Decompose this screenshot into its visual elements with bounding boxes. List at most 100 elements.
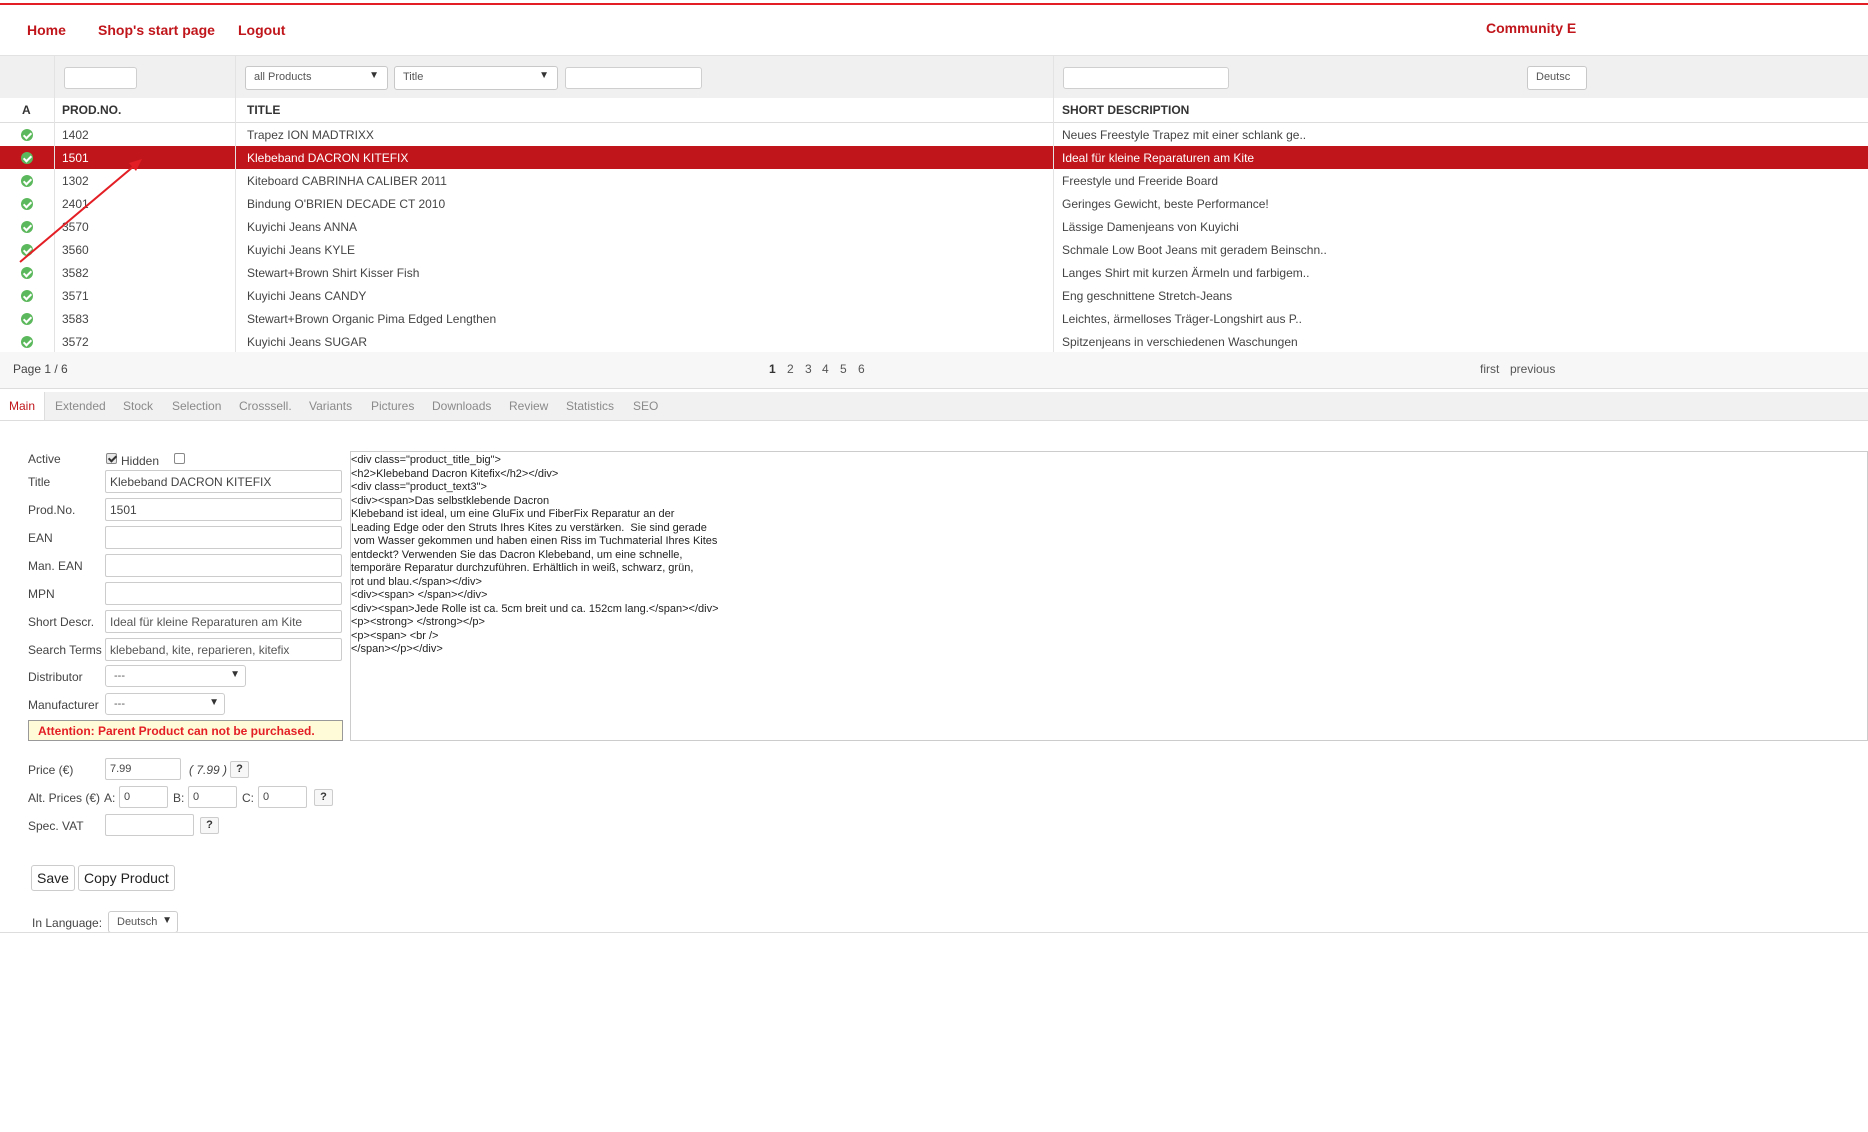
search-terms-label: Search Terms [28, 643, 102, 657]
mpn-label: MPN [28, 587, 55, 601]
tab-selection[interactable]: Selection [172, 399, 221, 413]
copy-product-button[interactable]: Copy Product [78, 865, 175, 891]
tab-review[interactable]: Review [509, 399, 548, 413]
tab-downloads[interactable]: Downloads [432, 399, 491, 413]
detail-tabs: Main Extended Stock Selection Crosssell.… [0, 392, 1868, 421]
alt-price-a-field[interactable] [119, 786, 168, 808]
column-header-prodno[interactable]: PROD.NO. [62, 103, 121, 117]
row-prodno: 1402 [62, 128, 89, 142]
search-terms-field[interactable] [105, 638, 342, 661]
man-ean-field[interactable] [105, 554, 342, 577]
page-info: Page 1 / 6 [13, 362, 68, 376]
active-check-icon [21, 198, 33, 210]
row-prodno: 3582 [62, 266, 89, 280]
nav-home-link[interactable]: Home [27, 22, 66, 38]
filter-title-input[interactable] [565, 67, 702, 89]
tab-main[interactable]: Main [0, 392, 46, 420]
nav-shop-start-link[interactable]: Shop's start page [98, 22, 215, 38]
top-navigation: Home Shop's start page Logout Community … [0, 20, 1868, 42]
distributor-select-value: --- [114, 670, 125, 682]
table-row[interactable]: 1402 Trapez ION MADTRIXX Neues Freestyle… [0, 123, 1868, 147]
hidden-checkbox[interactable] [174, 453, 185, 464]
table-row[interactable]: 1302 Kiteboard CABRINHA CALIBER 2011 Fre… [0, 169, 1868, 193]
language-select[interactable]: Deutsch ▼ [108, 911, 178, 933]
long-description-editor[interactable]: <div class="product_title_big"> <h2>Kleb… [350, 451, 1868, 741]
row-prodno: 2401 [62, 197, 89, 211]
row-shortdesc: Lässige Damenjeans von Kuyichi [1062, 220, 1239, 234]
manufacturer-select[interactable]: --- ▼ [105, 693, 225, 715]
save-button[interactable]: Save [31, 865, 75, 891]
page-link-2[interactable]: 2 [787, 362, 794, 376]
prodno-label: Prod.No. [28, 503, 76, 517]
title-field[interactable] [105, 470, 342, 493]
active-checkbox[interactable] [106, 453, 117, 464]
price-help-button[interactable]: ? [230, 761, 249, 778]
table-row[interactable]: 3571 Kuyichi Jeans CANDY Eng geschnitten… [0, 284, 1868, 308]
prodno-field[interactable] [105, 498, 342, 521]
category-select[interactable]: all Products ▼ [245, 66, 388, 90]
table-row[interactable]: 3560 Kuyichi Jeans KYLE Schmale Low Boot… [0, 238, 1868, 262]
tab-pictures[interactable]: Pictures [371, 399, 414, 413]
tab-stock[interactable]: Stock [123, 399, 153, 413]
alt-prices-label: Alt. Prices (€) [28, 791, 101, 805]
alt-price-b-field[interactable] [188, 786, 237, 808]
column-divider [235, 55, 236, 352]
manufacturer-select-value: --- [114, 698, 125, 710]
chevron-down-icon: ▼ [369, 70, 379, 81]
row-prodno: 1302 [62, 174, 89, 188]
row-shortdesc: Schmale Low Boot Jeans mit geradem Beins… [1062, 243, 1327, 257]
ean-field[interactable] [105, 526, 342, 549]
row-shortdesc: Spitzenjeans in verschiedenen Waschungen [1062, 335, 1298, 349]
filter-shortdesc-input[interactable] [1063, 67, 1229, 89]
table-row[interactable]: 3582 Stewart+Brown Shirt Kisser Fish Lan… [0, 261, 1868, 285]
mpn-field[interactable] [105, 582, 342, 605]
nav-community-link[interactable]: Community E [1486, 20, 1576, 36]
active-check-icon [21, 129, 33, 141]
distributor-label: Distributor [28, 670, 83, 684]
table-row[interactable]: 3572 Kuyichi Jeans SUGAR Spitzenjeans in… [0, 330, 1868, 354]
tab-extended[interactable]: Extended [55, 399, 106, 413]
distributor-select[interactable]: --- ▼ [105, 665, 246, 687]
column-header-shortdesc[interactable]: SHORT DESCRIPTION [1062, 103, 1189, 117]
tab-seo[interactable]: SEO [633, 399, 658, 413]
previous-page-link[interactable]: previous [1510, 362, 1555, 376]
row-title: Stewart+Brown Organic Pima Edged Lengthe… [247, 312, 497, 326]
tab-variants[interactable]: Variants [309, 399, 352, 413]
tab-crosssell[interactable]: Crosssell. [239, 399, 292, 413]
first-page-link[interactable]: first [1480, 362, 1499, 376]
alt-price-c-field[interactable] [258, 786, 307, 808]
row-shortdesc: Langes Shirt mit kurzen Ärmeln und farbi… [1062, 266, 1310, 280]
tab-statistics[interactable]: Statistics [566, 399, 614, 413]
active-check-icon [21, 152, 33, 164]
short-descr-field[interactable] [105, 610, 342, 633]
language-filter-select[interactable]: Deutsc [1527, 66, 1587, 90]
page-link-6[interactable]: 6 [858, 362, 865, 376]
page-link-1[interactable]: 1 [769, 362, 776, 376]
search-field-select[interactable]: Title ▼ [394, 66, 558, 90]
chevron-down-icon: ▼ [230, 669, 240, 680]
row-title: Kuyichi Jeans ANNA [247, 220, 358, 234]
active-check-icon [21, 244, 33, 256]
nav-logout-link[interactable]: Logout [238, 22, 285, 38]
table-row[interactable]: 3583 Stewart+Brown Organic Pima Edged Le… [0, 307, 1868, 331]
filter-prodno-input[interactable] [64, 67, 137, 89]
row-title: Kuyichi Jeans KYLE [247, 243, 356, 257]
table-row[interactable]: 3570 Kuyichi Jeans ANNA Lässige Damenjea… [0, 215, 1868, 239]
column-header-active[interactable]: A [22, 103, 31, 117]
column-header-title[interactable]: TITLE [247, 103, 280, 117]
page-link-3[interactable]: 3 [805, 362, 812, 376]
language-filter-value: Deutsc [1536, 71, 1571, 83]
table-row-selected[interactable]: 1501 Klebeband DACRON KITEFIX Ideal für … [0, 146, 1868, 170]
row-title: Kuyichi Jeans CANDY [247, 289, 367, 303]
page-link-5[interactable]: 5 [840, 362, 847, 376]
spec-vat-field[interactable] [105, 814, 194, 836]
table-row[interactable]: 2401 Bindung O'BRIEN DECADE CT 2010 Geri… [0, 192, 1868, 216]
alt-prices-help-button[interactable]: ? [314, 789, 333, 806]
active-check-icon [21, 221, 33, 233]
price-field[interactable] [105, 758, 181, 780]
vat-help-button[interactable]: ? [200, 817, 219, 834]
row-title: Stewart+Brown Shirt Kisser Fish [247, 266, 420, 280]
row-shortdesc: Ideal für kleine Reparaturen am Kite [1062, 151, 1255, 165]
page-link-4[interactable]: 4 [822, 362, 829, 376]
hidden-label: Hidden [121, 454, 160, 468]
